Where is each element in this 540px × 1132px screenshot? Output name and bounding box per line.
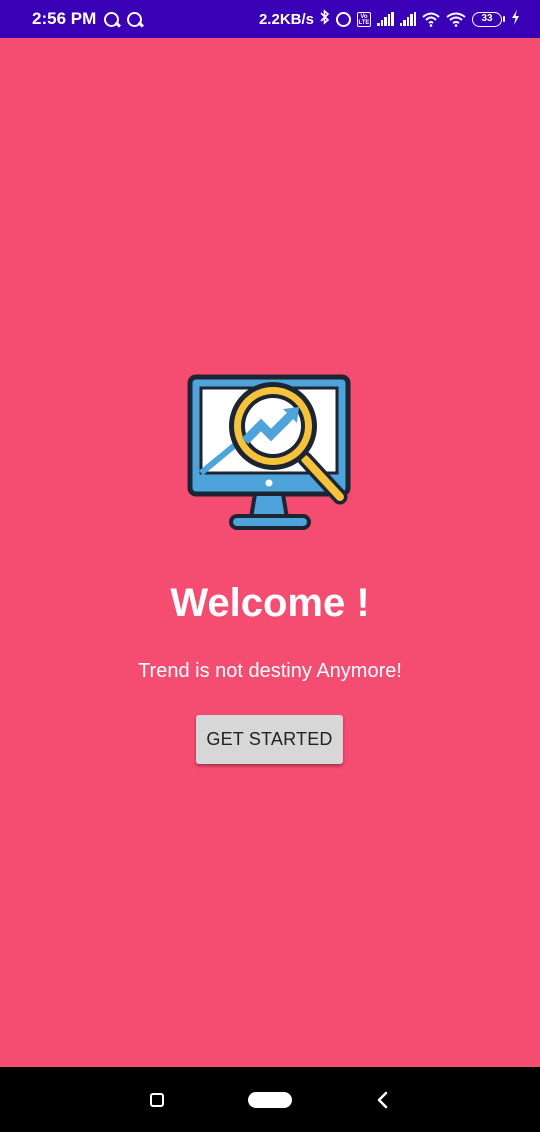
get-started-button[interactable]: GET STARTED <box>196 715 343 764</box>
volte-icon: Vo LTE <box>357 11 371 27</box>
battery-icon: 33 <box>472 11 505 27</box>
back-icon[interactable] <box>374 1089 392 1111</box>
welcome-subtitle: Trend is not destiny Anymore! <box>138 660 402 682</box>
status-time: 2:56 PM <box>32 9 97 28</box>
welcome-title: Welcome ! <box>170 581 370 625</box>
q-icon <box>104 11 120 27</box>
battery-level: 33 <box>481 13 493 24</box>
alarm-icon <box>336 11 351 27</box>
home-icon[interactable] <box>248 1092 292 1108</box>
network-speed: 2.2KB/s <box>258 10 314 28</box>
status-right: 2.2KB/s Vo LTE 33 <box>259 9 520 29</box>
signal-icon <box>377 12 394 26</box>
wifi-icon <box>422 12 440 27</box>
status-bar: 2:56 PM 2.2KB/s Vo LTE 33 <box>0 0 540 38</box>
signal-icon <box>399 12 416 26</box>
welcome-screen: Welcome ! Trend is not destiny Anymore! … <box>0 38 540 1067</box>
bluetooth-icon <box>320 9 330 29</box>
recent-apps-icon[interactable] <box>150 1093 164 1107</box>
navigation-bar <box>0 1067 540 1132</box>
wifi-icon <box>446 12 466 27</box>
monitor-magnifier-trend-icon <box>187 374 351 530</box>
status-left: 2:56 PM <box>32 9 143 29</box>
charging-icon <box>511 9 520 29</box>
q-icon <box>127 11 143 27</box>
